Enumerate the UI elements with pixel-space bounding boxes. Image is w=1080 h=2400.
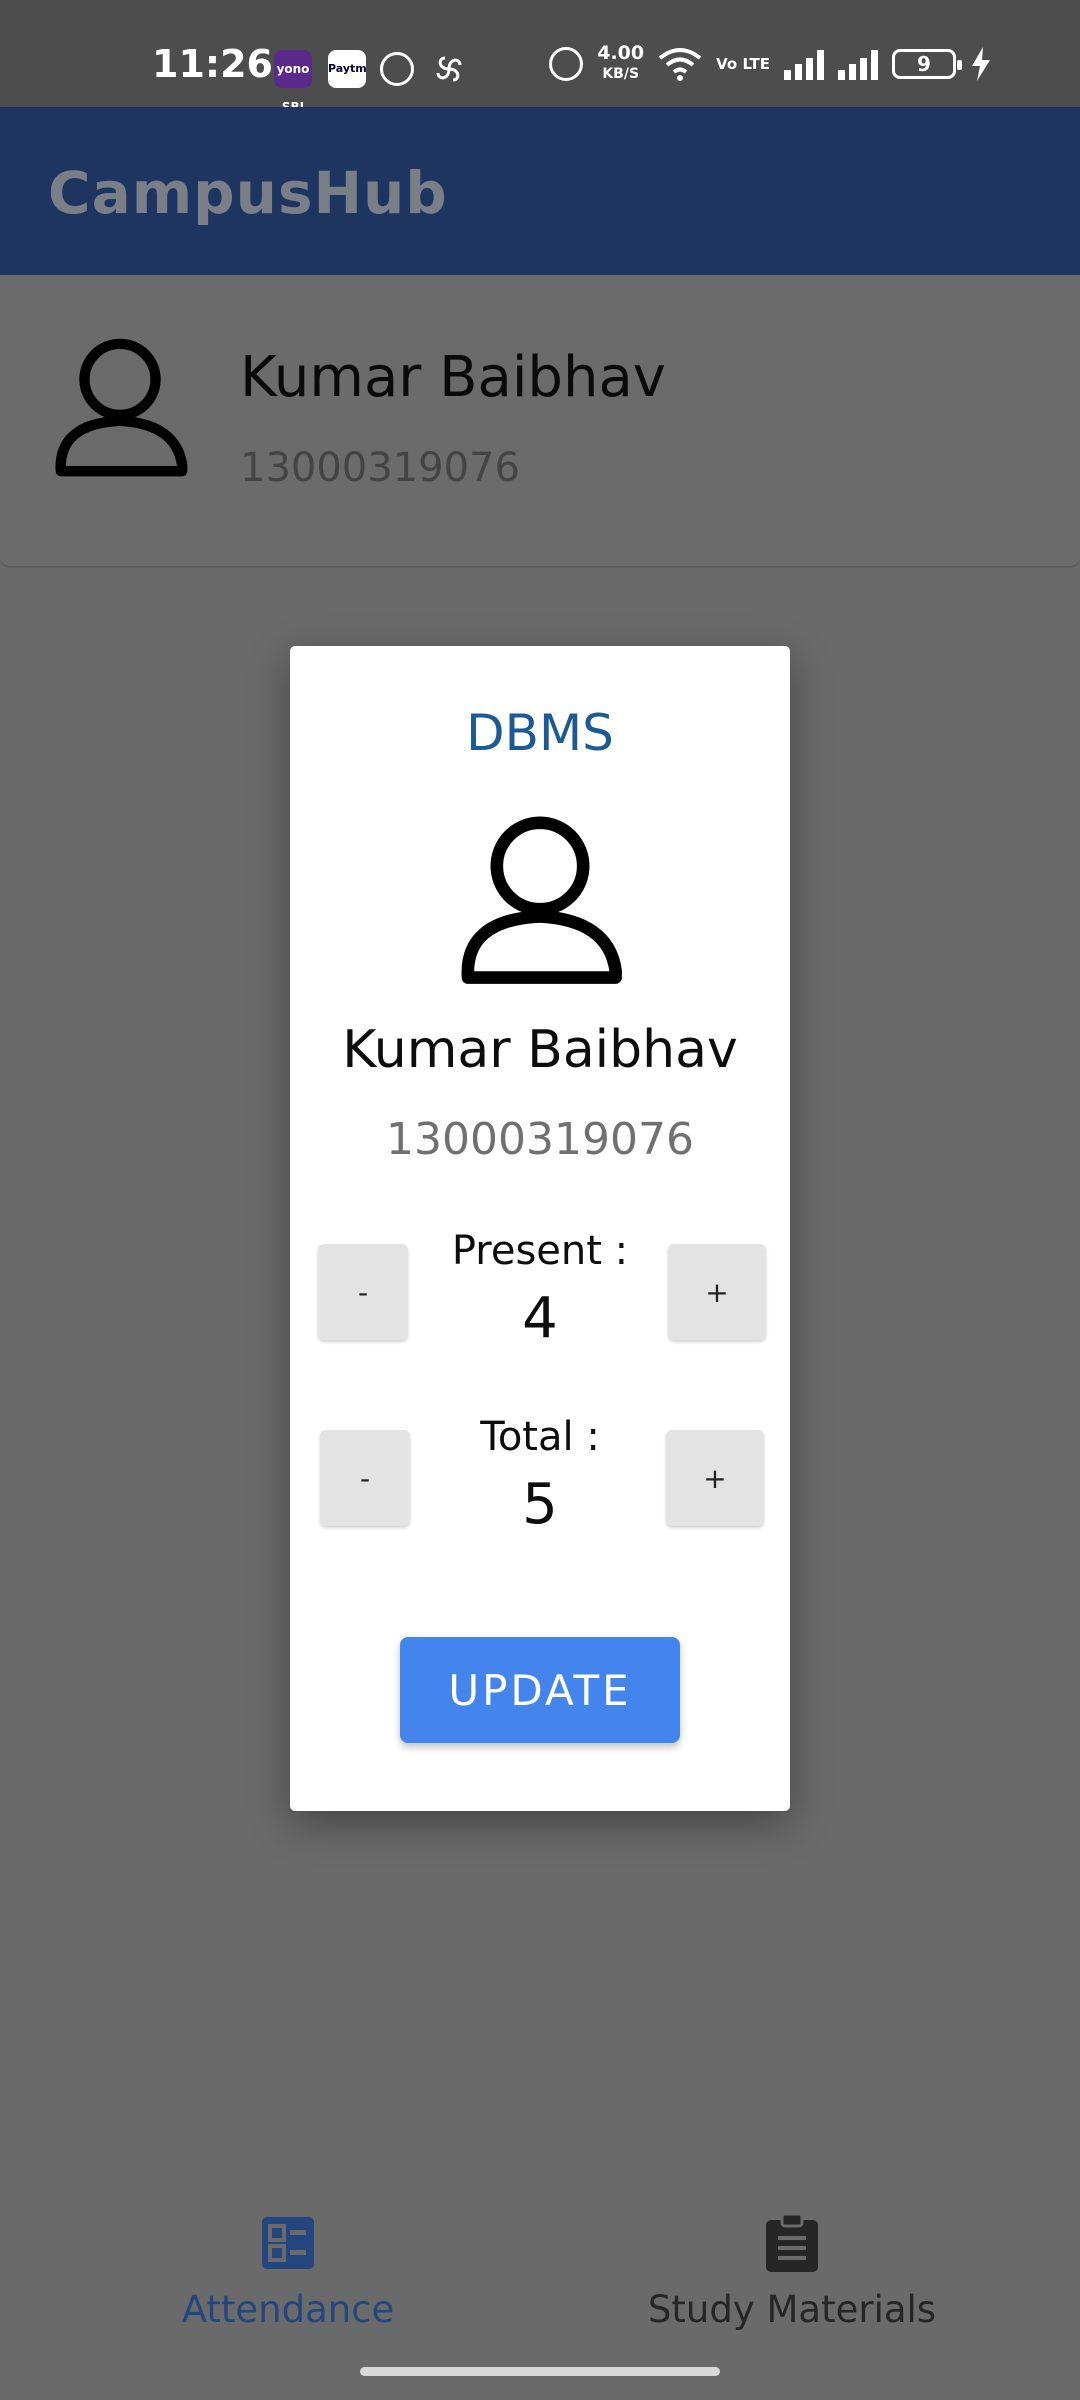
status-icons: 4.00 KB/S Vo LTE 9 — [549, 44, 992, 84]
home-indicator[interactable] — [360, 2367, 720, 2376]
update-button[interactable]: UPDATE — [400, 1637, 680, 1743]
status-bar: 11:26 yono SBI Paytm 4.00 KB/S Vo LTE 9 — [0, 0, 1080, 114]
yono-app-icon: yono SBI — [274, 50, 312, 114]
charging-bolt-icon — [972, 47, 990, 81]
dialog-subject-title: DBMS — [466, 704, 614, 762]
total-label: Total : — [480, 1414, 600, 1460]
app-title: CampusHub — [48, 159, 448, 227]
signal-icon-sim1 — [784, 48, 824, 80]
profile-roll-number: 13000319076 — [240, 445, 520, 491]
battery-icon: 9 — [892, 49, 962, 79]
profile-card[interactable]: Kumar Baibhav 13000319076 — [0, 275, 1080, 568]
profile-name: Kumar Baibhav — [240, 345, 666, 410]
pinwheel-icon — [436, 56, 462, 82]
total-value: 5 — [522, 1472, 558, 1537]
status-time: 11:26 — [152, 42, 273, 86]
user-avatar-icon — [461, 816, 622, 984]
network-speed-value: 4.00 — [597, 42, 645, 64]
check-circle-icon — [380, 52, 414, 86]
present-value: 4 — [522, 1286, 558, 1351]
present-increment-button[interactable]: + — [668, 1244, 766, 1340]
dialog-student-name: Kumar Baibhav — [342, 1020, 738, 1080]
present-label: Present : — [451, 1228, 629, 1274]
attendance-dialog: DBMS Kumar Baibhav 13000319076 - Present… — [290, 646, 790, 1811]
paytm-app-icon: Paytm — [328, 50, 367, 88]
attendance-icon — [262, 2217, 314, 2269]
clipboard-icon — [766, 2212, 818, 2272]
network-speed-unit: KB/S — [602, 66, 640, 82]
nav-label-study-materials: Study Materials — [647, 2288, 937, 2331]
alarm-icon — [549, 47, 584, 81]
volte-indicator: Vo LTE — [716, 54, 770, 73]
app-bar: CampusHub — [0, 107, 1080, 275]
network-speed: 4.00 KB/S — [597, 44, 644, 84]
nav-item-study-materials[interactable]: Study Materials — [592, 2212, 992, 2331]
dialog-roll-number: 13000319076 — [386, 1114, 694, 1165]
nav-label-attendance: Attendance — [181, 2288, 395, 2331]
signal-icon-sim2 — [838, 48, 878, 80]
user-avatar-icon — [55, 338, 188, 477]
nav-item-attendance[interactable]: Attendance — [88, 2212, 488, 2331]
wifi-icon — [658, 48, 702, 81]
total-increment-button[interactable]: + — [666, 1430, 764, 1526]
